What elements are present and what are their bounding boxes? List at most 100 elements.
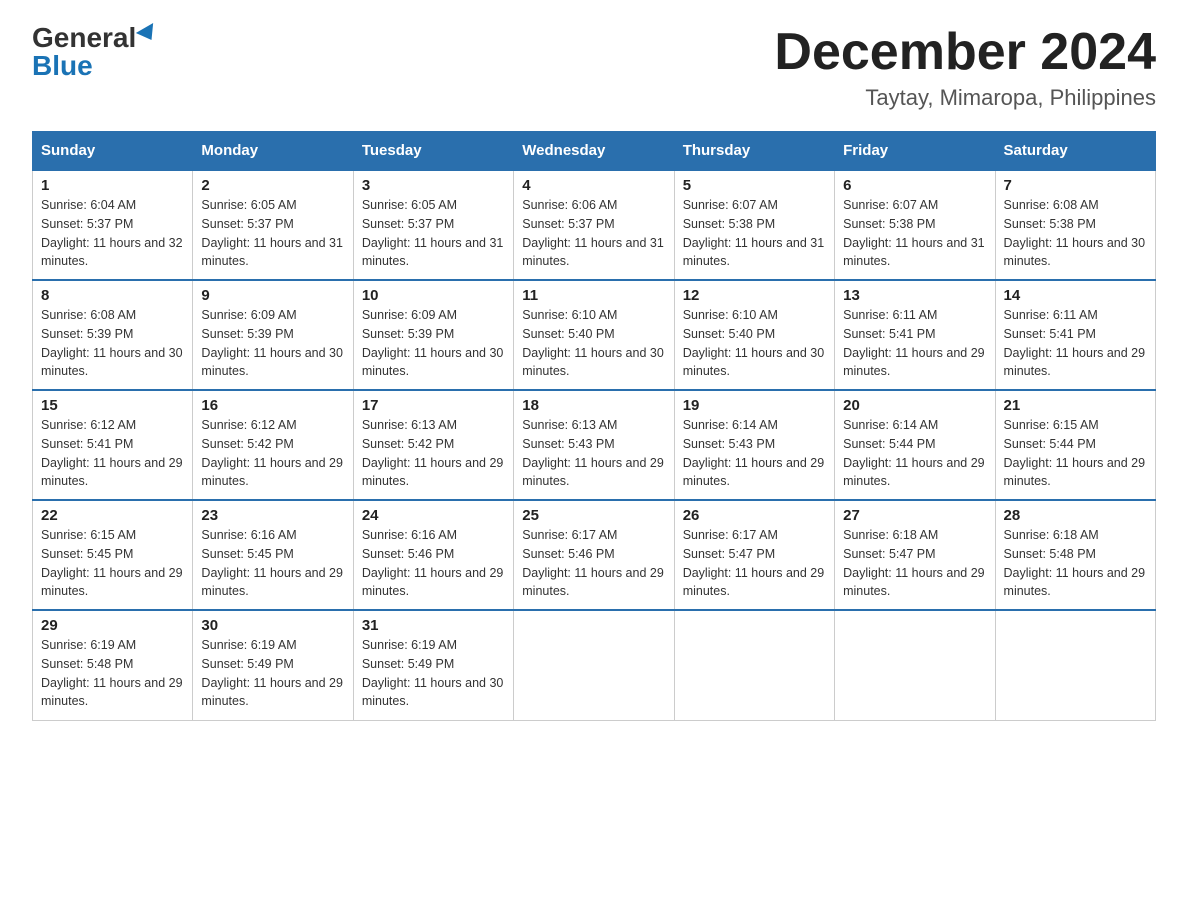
calendar-cell: 31 Sunrise: 6:19 AMSunset: 5:49 PMDayligh… [353, 610, 513, 720]
logo-general-text: General [32, 24, 136, 52]
day-info: Sunrise: 6:08 AMSunset: 5:39 PMDaylight:… [41, 306, 184, 381]
calendar-cell: 1 Sunrise: 6:04 AMSunset: 5:37 PMDaylight… [33, 170, 193, 280]
calendar-week-row: 8 Sunrise: 6:08 AMSunset: 5:39 PMDaylight… [33, 280, 1156, 390]
day-number: 2 [201, 177, 344, 194]
day-info: Sunrise: 6:12 AMSunset: 5:42 PMDaylight:… [201, 416, 344, 491]
day-info: Sunrise: 6:18 AMSunset: 5:47 PMDaylight:… [843, 526, 986, 601]
calendar-cell: 19 Sunrise: 6:14 AMSunset: 5:43 PMDayligh… [674, 390, 834, 500]
day-info: Sunrise: 6:10 AMSunset: 5:40 PMDaylight:… [683, 306, 826, 381]
calendar-table: SundayMondayTuesdayWednesdayThursdayFrid… [32, 131, 1156, 721]
calendar-cell: 5Sunrise: 6:07 AMSunset: 5:38 PMDaylight… [674, 170, 834, 280]
day-number: 11 [522, 287, 665, 304]
calendar-cell: 3Sunrise: 6:05 AMSunset: 5:37 PMDaylight… [353, 170, 513, 280]
month-title: December 2024 [774, 24, 1156, 81]
day-info: Sunrise: 6:19 AMSunset: 5:48 PMDaylight:… [41, 636, 184, 711]
col-header-saturday: Saturday [995, 132, 1155, 171]
col-header-wednesday: Wednesday [514, 132, 674, 171]
calendar-cell: 14Sunrise: 6:11 AMSunset: 5:41 PMDayligh… [995, 280, 1155, 390]
calendar-cell: 18Sunrise: 6:13 AMSunset: 5:43 PMDayligh… [514, 390, 674, 500]
day-number: 19 [683, 397, 826, 414]
calendar-week-row: 29 Sunrise: 6:19 AMSunset: 5:48 PMDayligh… [33, 610, 1156, 720]
day-number: 23 [201, 507, 344, 524]
day-number: 13 [843, 287, 986, 304]
calendar-cell: 11 Sunrise: 6:10 AMSunset: 5:40 PMDayligh… [514, 280, 674, 390]
day-info: Sunrise: 6:07 AMSunset: 5:38 PMDaylight:… [843, 196, 986, 271]
calendar-cell [835, 610, 995, 720]
calendar-cell: 12 Sunrise: 6:10 AMSunset: 5:40 PMDayligh… [674, 280, 834, 390]
calendar-cell: 17 Sunrise: 6:13 AMSunset: 5:42 PMDayligh… [353, 390, 513, 500]
col-header-monday: Monday [193, 132, 353, 171]
day-number: 31 [362, 617, 505, 634]
day-number: 8 [41, 287, 184, 304]
day-number: 26 [683, 507, 826, 524]
day-info: Sunrise: 6:19 AMSunset: 5:49 PMDaylight:… [362, 636, 505, 711]
calendar-cell: 27 Sunrise: 6:18 AMSunset: 5:47 PMDayligh… [835, 500, 995, 610]
calendar-week-row: 1 Sunrise: 6:04 AMSunset: 5:37 PMDaylight… [33, 170, 1156, 280]
calendar-cell: 9Sunrise: 6:09 AMSunset: 5:39 PMDaylight… [193, 280, 353, 390]
day-info: Sunrise: 6:19 AMSunset: 5:49 PMDaylight:… [201, 636, 344, 711]
day-info: Sunrise: 6:09 AMSunset: 5:39 PMDaylight:… [362, 306, 505, 381]
day-info: Sunrise: 6:13 AMSunset: 5:42 PMDaylight:… [362, 416, 505, 491]
day-info: Sunrise: 6:17 AMSunset: 5:47 PMDaylight:… [683, 526, 826, 601]
day-info: Sunrise: 6:11 AMSunset: 5:41 PMDaylight:… [1004, 306, 1147, 381]
day-number: 3 [362, 177, 505, 194]
calendar-cell: 24 Sunrise: 6:16 AMSunset: 5:46 PMDayligh… [353, 500, 513, 610]
calendar-cell: 7Sunrise: 6:08 AMSunset: 5:38 PMDaylight… [995, 170, 1155, 280]
calendar-cell: 4 Sunrise: 6:06 AMSunset: 5:37 PMDaylight… [514, 170, 674, 280]
calendar-cell: 16 Sunrise: 6:12 AMSunset: 5:42 PMDayligh… [193, 390, 353, 500]
day-number: 1 [41, 177, 184, 194]
day-number: 24 [362, 507, 505, 524]
day-number: 5 [683, 177, 826, 194]
day-info: Sunrise: 6:18 AMSunset: 5:48 PMDaylight:… [1004, 526, 1147, 601]
day-number: 10 [362, 287, 505, 304]
day-info: Sunrise: 6:11 AMSunset: 5:41 PMDaylight:… [843, 306, 986, 381]
day-info: Sunrise: 6:12 AMSunset: 5:41 PMDaylight:… [41, 416, 184, 491]
day-number: 17 [362, 397, 505, 414]
calendar-cell: 30 Sunrise: 6:19 AMSunset: 5:49 PMDayligh… [193, 610, 353, 720]
calendar-cell [674, 610, 834, 720]
day-number: 22 [41, 507, 184, 524]
calendar-cell: 21 Sunrise: 6:15 AMSunset: 5:44 PMDayligh… [995, 390, 1155, 500]
col-header-tuesday: Tuesday [353, 132, 513, 171]
day-number: 28 [1004, 507, 1147, 524]
day-info: Sunrise: 6:14 AMSunset: 5:43 PMDaylight:… [683, 416, 826, 491]
day-number: 6 [843, 177, 986, 194]
day-number: 15 [41, 397, 184, 414]
calendar-cell: 25Sunrise: 6:17 AMSunset: 5:46 PMDayligh… [514, 500, 674, 610]
col-header-thursday: Thursday [674, 132, 834, 171]
calendar-week-row: 22Sunrise: 6:15 AMSunset: 5:45 PMDayligh… [33, 500, 1156, 610]
calendar-cell: 20Sunrise: 6:14 AMSunset: 5:44 PMDayligh… [835, 390, 995, 500]
day-info: Sunrise: 6:06 AMSunset: 5:37 PMDaylight:… [522, 196, 665, 271]
day-number: 21 [1004, 397, 1147, 414]
day-info: Sunrise: 6:17 AMSunset: 5:46 PMDaylight:… [522, 526, 665, 601]
day-info: Sunrise: 6:15 AMSunset: 5:44 PMDaylight:… [1004, 416, 1147, 491]
col-header-sunday: Sunday [33, 132, 193, 171]
calendar-cell: 6 Sunrise: 6:07 AMSunset: 5:38 PMDaylight… [835, 170, 995, 280]
day-info: Sunrise: 6:16 AMSunset: 5:46 PMDaylight:… [362, 526, 505, 601]
calendar-cell: 23 Sunrise: 6:16 AMSunset: 5:45 PMDayligh… [193, 500, 353, 610]
title-block: December 2024 Taytay, Mimaropa, Philippi… [774, 24, 1156, 111]
day-number: 4 [522, 177, 665, 194]
calendar-week-row: 15 Sunrise: 6:12 AMSunset: 5:41 PMDayligh… [33, 390, 1156, 500]
day-number: 29 [41, 617, 184, 634]
day-number: 20 [843, 397, 986, 414]
day-info: Sunrise: 6:09 AMSunset: 5:39 PMDaylight:… [201, 306, 344, 381]
location-title: Taytay, Mimaropa, Philippines [774, 85, 1156, 111]
day-number: 7 [1004, 177, 1147, 194]
calendar-cell: 22Sunrise: 6:15 AMSunset: 5:45 PMDayligh… [33, 500, 193, 610]
col-header-friday: Friday [835, 132, 995, 171]
logo: General Blue [32, 24, 158, 80]
day-info: Sunrise: 6:16 AMSunset: 5:45 PMDaylight:… [201, 526, 344, 601]
day-info: Sunrise: 6:04 AMSunset: 5:37 PMDaylight:… [41, 196, 184, 271]
day-info: Sunrise: 6:13 AMSunset: 5:43 PMDaylight:… [522, 416, 665, 491]
day-number: 30 [201, 617, 344, 634]
calendar-cell: 13 Sunrise: 6:11 AMSunset: 5:41 PMDayligh… [835, 280, 995, 390]
calendar-header-row: SundayMondayTuesdayWednesdayThursdayFrid… [33, 132, 1156, 171]
day-number: 16 [201, 397, 344, 414]
day-number: 27 [843, 507, 986, 524]
day-info: Sunrise: 6:10 AMSunset: 5:40 PMDaylight:… [522, 306, 665, 381]
calendar-cell: 15 Sunrise: 6:12 AMSunset: 5:41 PMDayligh… [33, 390, 193, 500]
calendar-cell: 28 Sunrise: 6:18 AMSunset: 5:48 PMDayligh… [995, 500, 1155, 610]
day-number: 12 [683, 287, 826, 304]
calendar-cell: 10 Sunrise: 6:09 AMSunset: 5:39 PMDayligh… [353, 280, 513, 390]
